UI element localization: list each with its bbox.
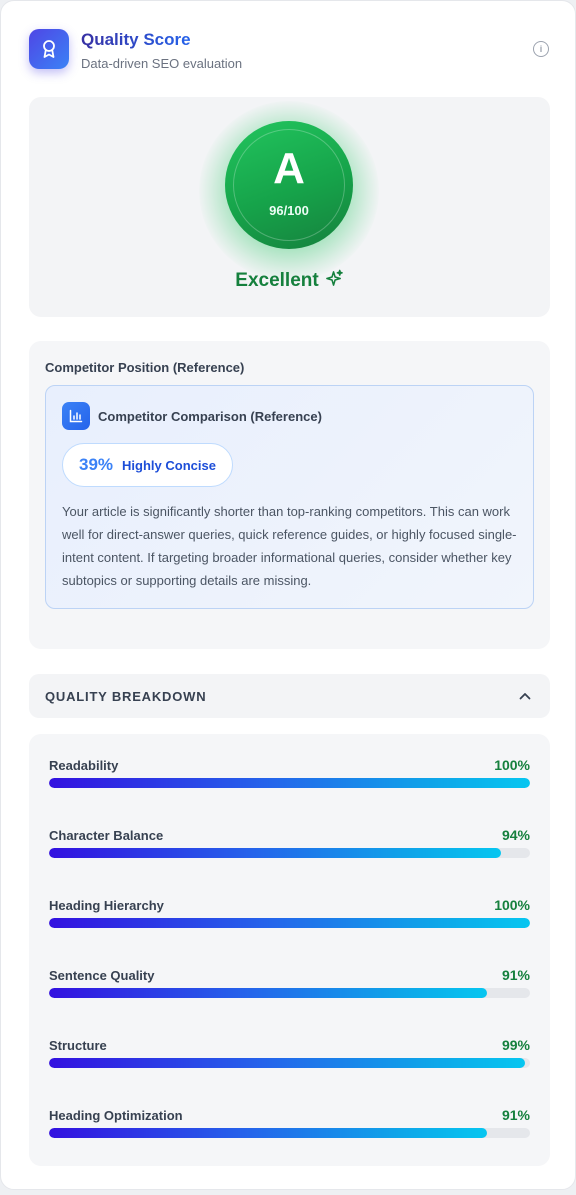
metric-bar-fill (49, 778, 530, 788)
metric-row: Character Balance 94% (49, 827, 530, 868)
competitor-description: Your article is significantly shorter th… (62, 504, 517, 588)
metric-label: Readability (49, 758, 119, 773)
award-ribbon-icon (29, 29, 69, 69)
metric-bar-fill (49, 1058, 526, 1068)
bar-chart-icon (62, 402, 90, 430)
metric-row: Sentence Quality 91% (49, 967, 530, 1008)
metric-label: Sentence Quality (49, 968, 155, 983)
metric-bar-track (49, 918, 530, 928)
breakdown-list: Readability 100% Character Balance 94% H… (29, 734, 550, 1166)
metric-bar-fill (49, 988, 487, 998)
breakdown-toggle[interactable]: QUALITY BREAKDOWN (29, 674, 550, 718)
score-panel: A 96/100 Excellent (29, 97, 550, 317)
info-icon[interactable]: i (533, 41, 549, 57)
card-subtitle: Data-driven SEO evaluation (81, 56, 243, 71)
metric-bar-fill (49, 918, 530, 928)
score-rating-text: Excellent (235, 270, 319, 291)
metric-bar-track (49, 848, 530, 858)
sparkles-icon (325, 269, 344, 294)
competitor-card-title: Competitor Comparison (Reference) (98, 409, 322, 424)
length-ratio-badge: 39% Highly Concise (62, 443, 233, 487)
quality-score-card: Quality Score Data-driven SEO evaluation… (0, 0, 576, 1190)
competitor-section: Competitor Position (Reference) Competit… (29, 341, 550, 649)
metric-label: Structure (49, 1038, 107, 1053)
metric-value: 91% (501, 967, 530, 983)
card-header: Quality Score Data-driven SEO evaluation… (29, 29, 549, 73)
metric-bar-track (49, 1058, 530, 1068)
metric-bar-track (49, 1128, 530, 1138)
metric-bar-fill (49, 848, 502, 858)
metric-row: Structure 99% (49, 1037, 530, 1078)
chevron-up-icon (519, 693, 531, 700)
metric-value: 100% (494, 757, 530, 773)
metric-value: 94% (501, 827, 530, 843)
metric-label: Heading Optimization (49, 1108, 183, 1123)
score-rating: Excellent (29, 269, 550, 294)
metric-value: 100% (494, 897, 530, 913)
metric-label: Heading Hierarchy (49, 898, 164, 913)
length-ratio-label: Highly Concise (122, 457, 216, 473)
competitor-comparison-card: Competitor Comparison (Reference) 39% Hi… (45, 385, 534, 609)
metric-bar-track (49, 778, 530, 788)
metric-bar-track (49, 988, 530, 998)
metric-bar-fill (49, 1128, 487, 1138)
metric-row: Heading Hierarchy 100% (49, 897, 530, 938)
breakdown-title: QUALITY BREAKDOWN (45, 689, 207, 704)
metric-value: 99% (501, 1037, 530, 1053)
metric-label: Character Balance (49, 828, 164, 843)
competitor-section-heading: Competitor Position (Reference) (45, 360, 245, 375)
metric-row: Readability 100% (49, 757, 530, 798)
length-ratio-percent: 39% (79, 455, 114, 474)
metric-row: Heading Optimization 91% (49, 1107, 530, 1148)
grade-letter: A (273, 144, 305, 193)
score-points: 96/100 (269, 203, 309, 218)
grade-badge: A 96/100 (225, 121, 353, 249)
metric-value: 91% (501, 1107, 530, 1123)
card-title: Quality Score (81, 30, 191, 49)
